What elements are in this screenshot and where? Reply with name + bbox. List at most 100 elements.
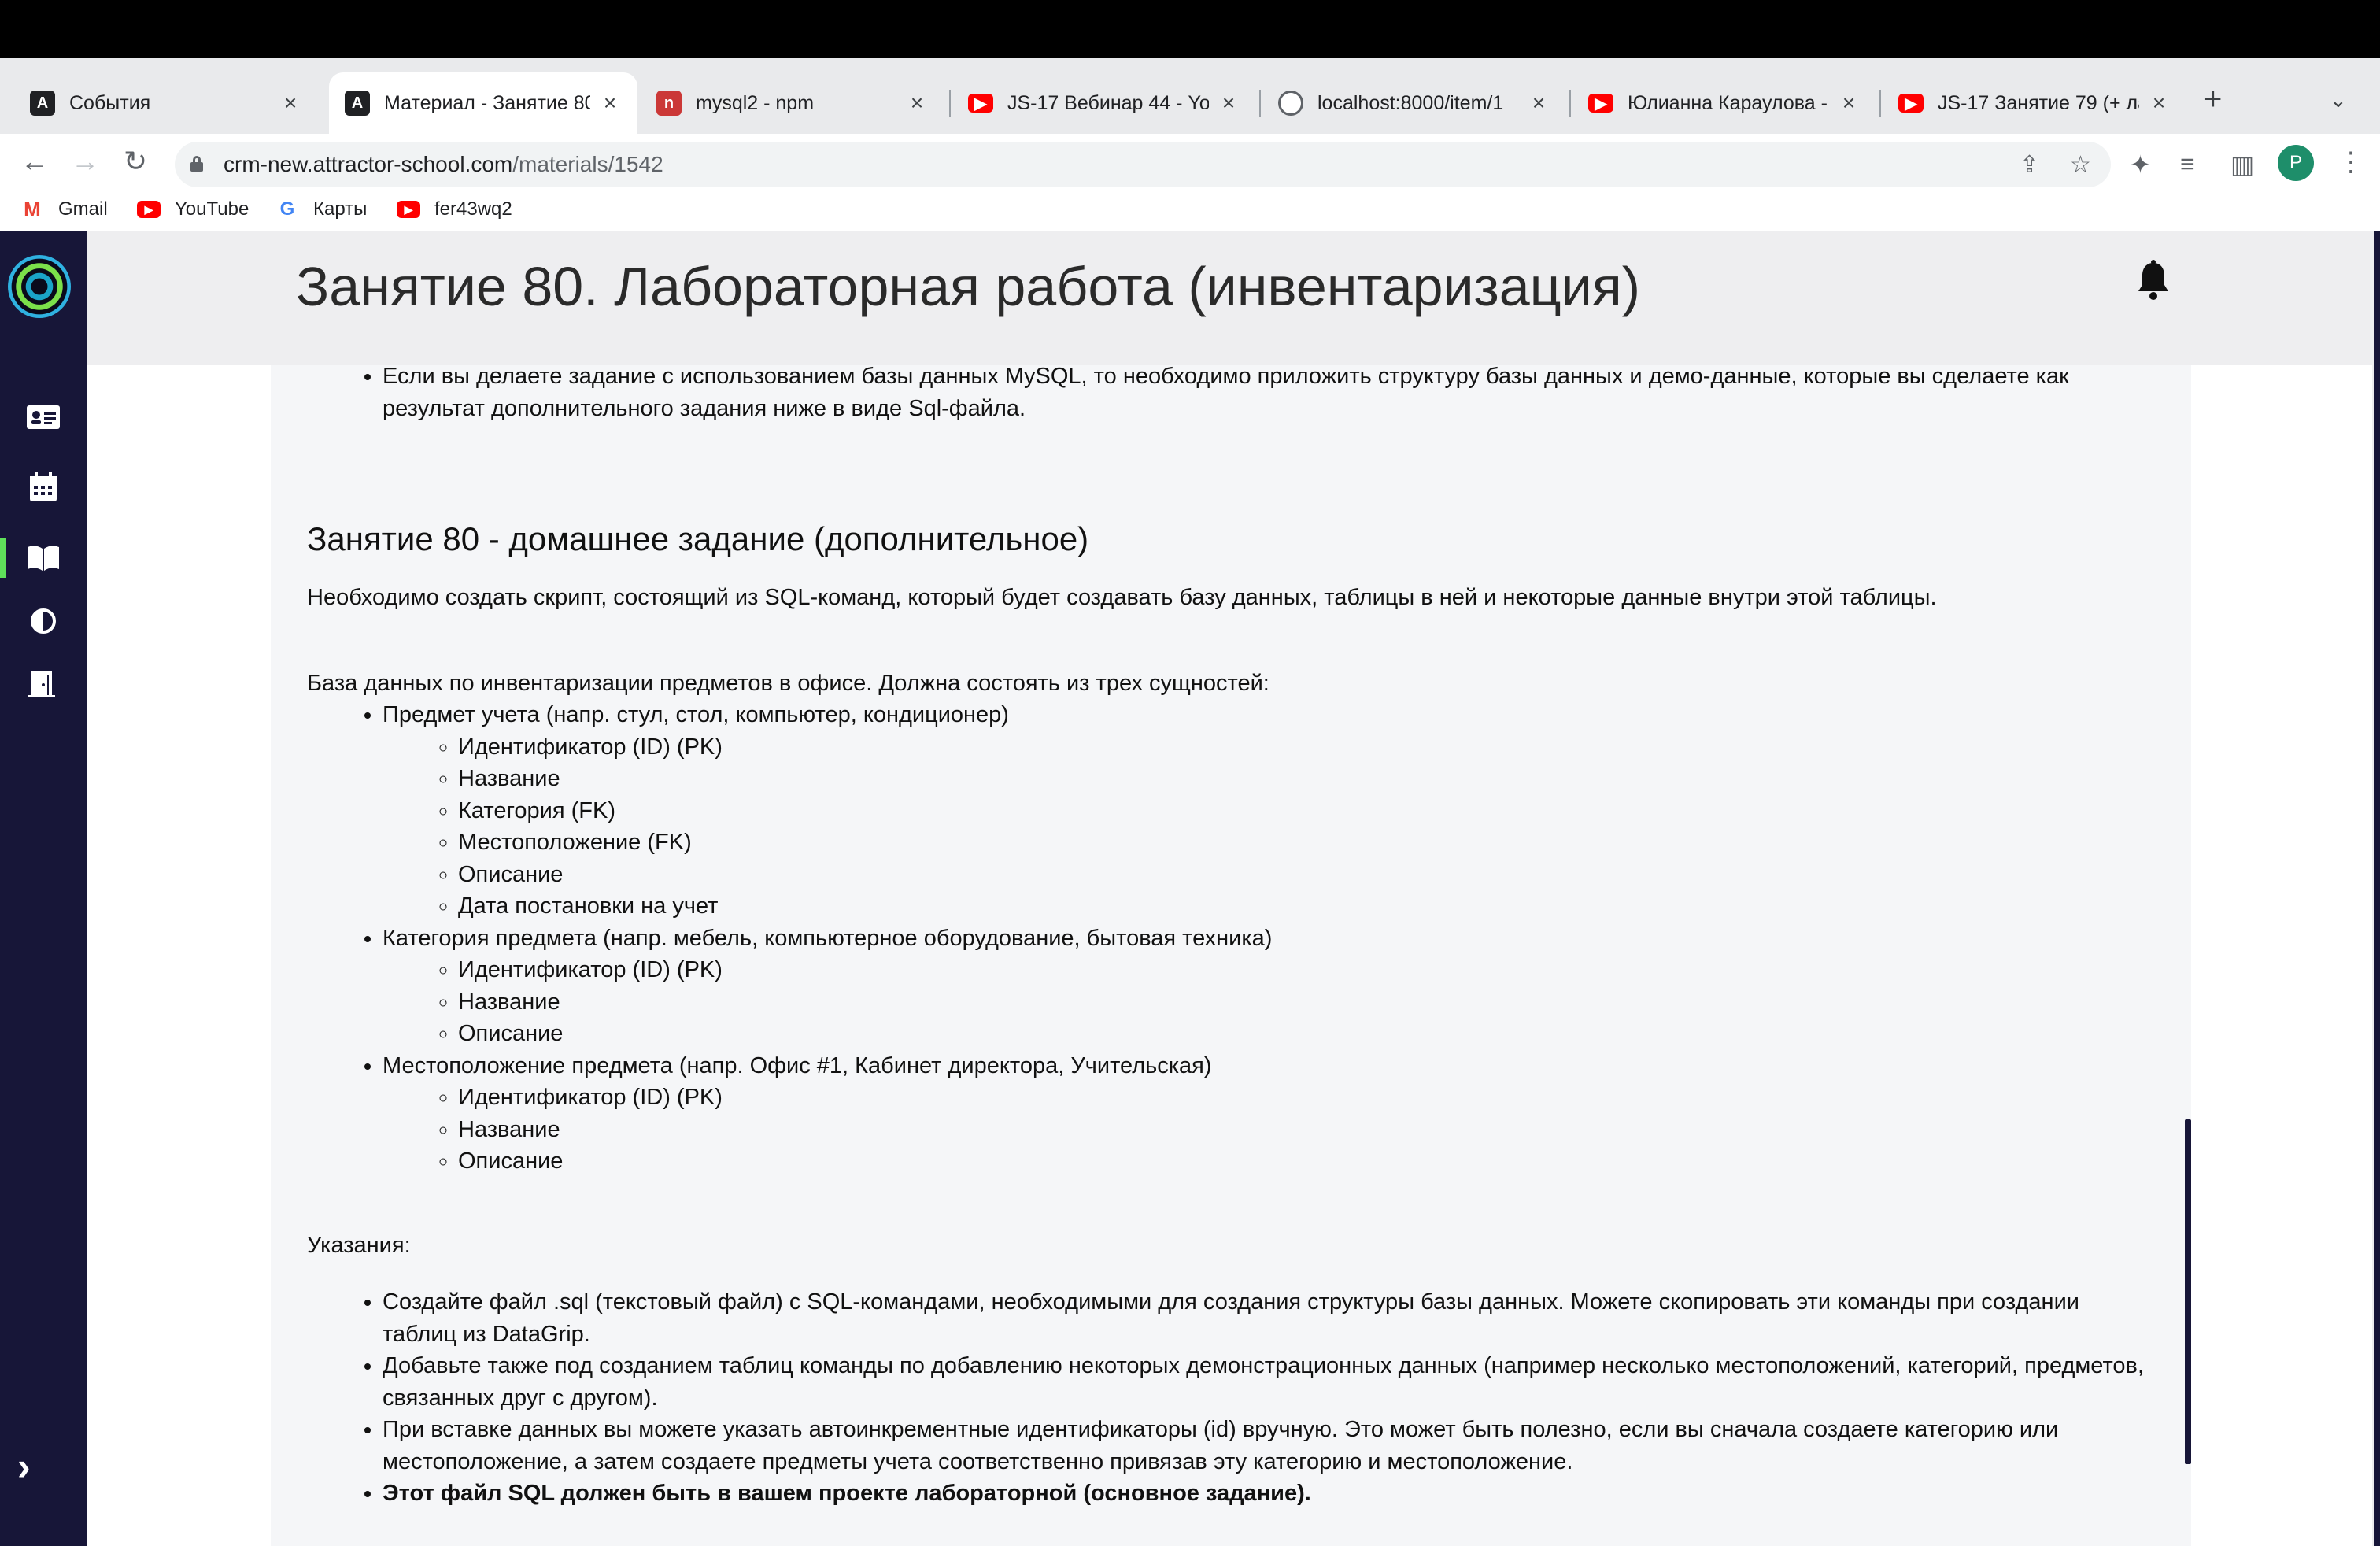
tab-strip: A События × A Материал - Занятие 80 × n … xyxy=(0,58,2380,134)
page-header: Занятие 80. Лабораторная работа (инвента… xyxy=(87,231,2372,365)
close-icon[interactable]: × xyxy=(1217,91,1240,116)
tab-youtube-lesson79[interactable]: ▶ JS-17 Занятие 79 (+ ла × xyxy=(1883,72,2186,134)
new-tab-button[interactable]: + xyxy=(2204,82,2222,117)
tab-events[interactable]: A События × xyxy=(14,72,318,134)
globe-icon xyxy=(1278,91,1303,116)
back-button[interactable]: ← xyxy=(16,145,54,178)
browser-chrome: A События × A Материал - Занятие 80 × n … xyxy=(0,58,2380,231)
tab-separator xyxy=(1569,90,1571,117)
tab-separator xyxy=(1259,90,1261,117)
sidebar-item-materials[interactable] xyxy=(0,531,87,586)
tab-youtube-julianna[interactable]: ▶ Юлианна Караулова - × xyxy=(1572,72,1876,134)
side-panel-icon[interactable]: ▥ xyxy=(2230,150,2254,179)
extensions-icon[interactable]: ✦ xyxy=(2130,150,2151,179)
profile-avatar[interactable]: P xyxy=(2278,145,2314,181)
youtube-icon: ▶ xyxy=(1588,94,1613,113)
url-text: crm-new.attractor-school.com/materials/1… xyxy=(224,152,663,176)
close-icon[interactable]: × xyxy=(905,91,929,116)
youtube-icon: ▶ xyxy=(968,94,993,113)
gmail-icon: M xyxy=(24,197,41,221)
final-note: Этот файл SQL должен быть в вашем проект… xyxy=(382,1481,1311,1506)
entities-list: Предмет учета (напр. стул, стол, компьют… xyxy=(307,699,2156,1178)
logo[interactable] xyxy=(8,255,71,318)
sidebar-item-theme[interactable] xyxy=(0,594,87,649)
page-title: Занятие 80. Лабораторная работа (инвента… xyxy=(296,256,1641,317)
close-icon[interactable]: × xyxy=(1837,91,1861,116)
id-card-icon xyxy=(27,405,60,429)
list-item: Если вы делаете задание с использованием… xyxy=(382,365,2156,424)
field-item: Название xyxy=(458,763,2156,795)
npm-icon: n xyxy=(656,91,682,116)
system-bar xyxy=(0,0,2380,58)
close-icon[interactable]: × xyxy=(598,91,622,116)
tab-separator xyxy=(949,90,951,117)
contrast-icon xyxy=(31,608,56,634)
calendar-icon xyxy=(30,472,57,501)
book-open-icon xyxy=(28,546,59,571)
menu-kebab-icon[interactable]: ⋮ xyxy=(2338,146,2364,178)
material-content: Если вы делаете задание с использованием… xyxy=(271,365,2191,1546)
field-item: Категория (FK) xyxy=(458,795,2156,827)
youtube-icon: ▶ xyxy=(137,201,161,218)
field-item: Описание xyxy=(458,1145,2156,1178)
bookmark-youtube[interactable]: ▶ YouTube xyxy=(137,198,249,220)
field-item: Идентификатор (ID) (PK) xyxy=(458,1082,2156,1114)
field-item: Описание xyxy=(458,1018,2156,1050)
main-area: Занятие 80. Лабораторная работа (инвента… xyxy=(87,231,2372,1546)
field-item: Местоположение (FK) xyxy=(458,827,2156,859)
door-exit-icon xyxy=(28,671,55,697)
tab-localhost[interactable]: localhost:8000/item/1 × xyxy=(1262,72,1566,134)
bookmarks-bar: M Gmail ▶ YouTube G Карты ▶ fer43wq2 xyxy=(0,194,2380,231)
browser-toolbar: ← → ↻ crm-new.attractor-school.com/mater… xyxy=(0,134,2380,194)
window-edge xyxy=(2374,231,2380,1546)
bookmark-star-icon[interactable]: ☆ xyxy=(2070,151,2091,179)
homework-description: Необходимо создать скрипт, состоящий из … xyxy=(307,585,1937,610)
media-queue-icon[interactable]: ≡ xyxy=(2180,150,2195,179)
angular-icon: A xyxy=(30,91,55,116)
close-icon[interactable]: × xyxy=(2147,91,2171,116)
app-root: › Занятие 80. Лабораторная работа (инвен… xyxy=(0,231,2380,1546)
bookmark-maps[interactable]: G Карты xyxy=(275,198,368,220)
intro-list: Если вы делаете задание с использованием… xyxy=(307,365,2156,424)
db-description: База данных по инвентаризации предметов … xyxy=(307,670,1269,696)
tab-material[interactable]: A Материал - Занятие 80 × xyxy=(329,72,638,134)
entity-fields: Идентификатор (ID) (PK) Название Описани… xyxy=(382,1082,2156,1178)
angular-icon: A xyxy=(345,91,370,116)
close-icon[interactable]: × xyxy=(1527,91,1550,116)
field-item: Название xyxy=(458,986,2156,1019)
sidebar-item-profile[interactable] xyxy=(0,389,87,444)
entity-item: Предмет учета (напр. стул, стол, компьют… xyxy=(382,699,2156,923)
entity-item: Категория предмета (напр. мебель, компью… xyxy=(382,923,2156,1050)
field-item: Идентификатор (ID) (PK) xyxy=(458,731,2156,764)
tab-youtube-webinar[interactable]: ▶ JS-17 Вебинар 44 - You × xyxy=(952,72,1256,134)
content-scrollbar-thumb[interactable] xyxy=(2185,1119,2191,1464)
list-item: Добавьте также под созданием таблиц кома… xyxy=(382,1350,2156,1414)
entity-item: Местоположение предмета (напр. Офис #1, … xyxy=(382,1050,2156,1178)
list-item: Этот файл SQL должен быть в вашем проект… xyxy=(382,1478,2156,1510)
sidebar-item-calendar[interactable] xyxy=(0,460,87,515)
tab-separator xyxy=(1879,90,1881,117)
lock-icon xyxy=(190,156,203,172)
bookmark-gmail[interactable]: M Gmail xyxy=(20,197,108,221)
address-bar[interactable]: crm-new.attractor-school.com/materials/1… xyxy=(175,142,2111,187)
sidebar-item-logout[interactable] xyxy=(0,656,87,712)
tab-search-chevron-icon[interactable]: ⌄ xyxy=(2330,88,2347,113)
share-icon[interactable]: ⇪ xyxy=(2020,151,2039,179)
bookmark-fer43wq2[interactable]: ▶ fer43wq2 xyxy=(397,198,512,220)
field-item: Описание xyxy=(458,859,2156,891)
list-item: При вставке данных вы можете указать авт… xyxy=(382,1414,2156,1478)
reload-button[interactable]: ↻ xyxy=(116,145,154,178)
field-item: Идентификатор (ID) (PK) xyxy=(458,954,2156,986)
tab-npm[interactable]: n mysql2 - npm × xyxy=(641,72,944,134)
forward-button[interactable]: → xyxy=(66,145,104,178)
field-item: Дата постановки на учет xyxy=(458,890,2156,923)
youtube-icon: ▶ xyxy=(397,201,420,218)
bell-icon[interactable] xyxy=(2136,260,2171,301)
close-icon[interactable]: × xyxy=(279,91,302,116)
youtube-icon: ▶ xyxy=(1898,94,1924,113)
google-icon: G xyxy=(279,198,295,220)
homework-heading: Занятие 80 - домашнее задание (дополните… xyxy=(307,520,1089,557)
entity-fields: Идентификатор (ID) (PK) Название Описани… xyxy=(382,954,2156,1050)
sidebar: › xyxy=(0,231,87,1546)
expand-sidebar-chevron-icon[interactable]: › xyxy=(17,1444,31,1489)
